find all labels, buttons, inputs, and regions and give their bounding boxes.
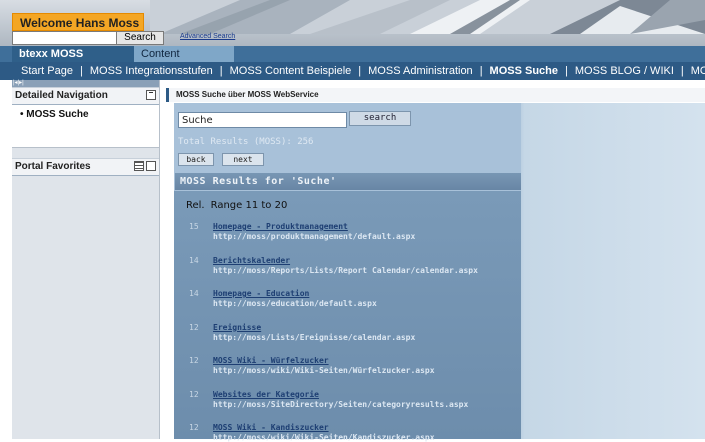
subnav-item-moss-administration[interactable]: MOSS Administration <box>368 62 473 80</box>
subnav-item-moss-integrationsstufen[interactable]: MOSS Integrationsstufen <box>90 62 213 80</box>
result-score: 12 <box>189 356 199 365</box>
subnav-separator: | <box>565 65 568 77</box>
subnav-item-moss-seiten-strukturen[interactable]: MOSS Seiten Strukturen <box>691 62 705 80</box>
results-range-row: Rel. Range 11 to 20 <box>186 200 287 211</box>
subnav-separator: | <box>680 65 684 77</box>
nav-item-label: MOSS Suche <box>26 109 89 120</box>
result-score: 15 <box>189 222 199 231</box>
result-title-link[interactable]: MOSS Wiki - Würfelzucker <box>213 356 329 365</box>
detailed-navigation-title: Detailed Navigation <box>15 90 108 101</box>
detailed-navigation-box: • MOSS Suche <box>12 105 159 148</box>
result-url: http://moss/Reports/Lists/Report Calenda… <box>213 265 478 275</box>
portal-favorites-header: Portal Favorites <box>12 158 159 176</box>
minimize-icon[interactable] <box>146 90 156 100</box>
results-list: Rel. Range 11 to 20 15 Homepage - Produktm… <box>174 191 521 442</box>
portal-search-input[interactable] <box>12 31 118 45</box>
result-url: http://moss/wiki/Wiki-Seiten/Würfelzucke… <box>213 366 435 375</box>
next-button[interactable]: next <box>222 153 264 166</box>
detailed-navigation-header: Detailed Navigation <box>12 87 159 105</box>
result-title-link[interactable]: Berichtskalender <box>213 256 290 265</box>
nav-item-moss-suche[interactable]: • MOSS Suche <box>12 105 159 120</box>
second-level-nav: Start Page | MOSS Integrationsstufen | MOSS … <box>0 62 705 80</box>
rel-label: Rel. <box>186 200 205 211</box>
result-score: 14 <box>189 255 199 265</box>
subnav-separator: | <box>79 65 83 77</box>
result-url: http://moss/SiteDirectory/Seiten/categor… <box>213 399 469 409</box>
subnav-item-moss-content-beispiele[interactable]: MOSS Content Beispiele <box>230 62 352 80</box>
header-decoration <box>150 0 705 34</box>
result-url: http://moss/Lists/Ereignisse/calendar.as… <box>213 332 416 342</box>
subnav-item-moss-blog-wiki[interactable]: MOSS BLOG / WIKI <box>575 62 674 80</box>
moss-search-button[interactable]: search <box>349 111 411 126</box>
welcome-label: Welcome Hans Moss <box>12 13 144 31</box>
result-url: http://moss/wiki/Wiki-Seiten/Kandiszucke… <box>213 433 435 442</box>
result-title-link[interactable]: Ereignisse <box>213 323 261 332</box>
tab-btexx-moss-integration[interactable]: btexx MOSS Integration <box>12 46 134 76</box>
result-url: http://moss/produktmanagement/default.as… <box>213 232 416 241</box>
result-title-link[interactable]: Websites der Kategorie <box>213 390 319 399</box>
total-results: Total Results (MOSS): 256 <box>178 137 314 147</box>
portal-favorites-title: Portal Favorites <box>15 161 91 172</box>
page-title: MOSS Suche über MOSS WebService <box>166 88 705 102</box>
result-score: 12 <box>189 423 199 432</box>
result-title-link[interactable]: Homepage - Education <box>213 289 309 298</box>
result-title-link[interactable]: MOSS Wiki - Kandiszucker <box>213 423 329 432</box>
advanced-search-link[interactable]: Advanced Search <box>180 33 235 40</box>
portal-search-button[interactable]: Search <box>116 31 164 45</box>
moss-search-content: search Total Results (MOSS): 256 back ne… <box>174 103 521 442</box>
maximize-icon[interactable] <box>146 161 156 171</box>
back-button[interactable]: back <box>178 153 214 166</box>
result-score: 12 <box>189 389 199 399</box>
left-panel: |◂|▸| Detailed Navigation • MOSS Suche P… <box>12 80 160 439</box>
portal-header: Welcome Hans Moss Search Advanced Search <box>0 0 705 46</box>
results-title: MOSS Results for 'Suche' <box>175 173 521 190</box>
menu-icon[interactable] <box>134 161 144 171</box>
moss-search-input[interactable] <box>178 112 347 128</box>
subnav-separator: | <box>479 65 483 77</box>
result-score: 12 <box>189 322 199 332</box>
subnav-item-moss-suche[interactable]: MOSS Suche <box>490 62 558 80</box>
result-url: http://moss/education/default.aspx <box>213 299 377 308</box>
tab-content-administration[interactable]: Content Administration <box>134 46 234 76</box>
panel-collapse-strip[interactable]: |◂|▸| <box>12 80 159 87</box>
top-level-tabs: btexx MOSS Integration Content Administr… <box>0 46 705 76</box>
subnav-separator: | <box>219 65 223 77</box>
subnav-separator: | <box>358 65 362 77</box>
subnav-item-start-page[interactable]: Start Page <box>21 62 73 80</box>
result-score: 14 <box>189 289 199 298</box>
moss-search-panel: search Total Results (MOSS): 256 back ne… <box>174 103 705 442</box>
range-label: Range 11 to 20 <box>210 200 288 211</box>
result-title-link[interactable]: Homepage - Produktmanagement <box>213 222 348 231</box>
